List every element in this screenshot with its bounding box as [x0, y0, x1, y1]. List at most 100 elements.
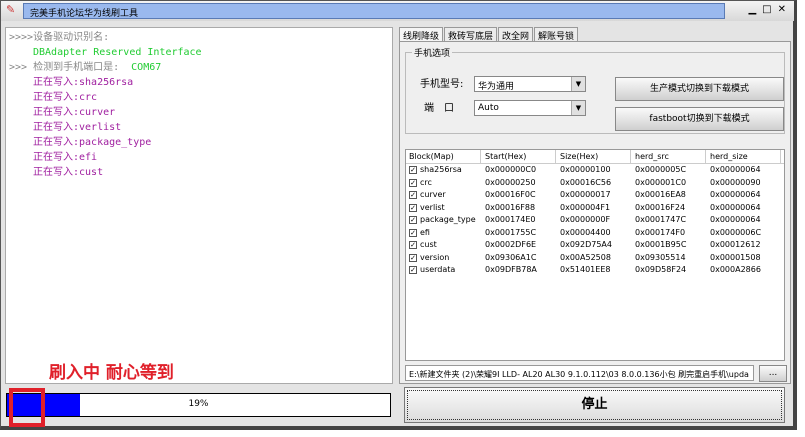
- table-cell: 0x09DFB78A: [485, 265, 537, 274]
- table-cell: 0x0001B95C: [635, 240, 687, 249]
- table-row[interactable]: ✓ sha256rsa 0x000000C0 0x00000100 0x0000005C…: [406, 164, 784, 177]
- minimize-button[interactable]: ▁: [748, 4, 756, 15]
- block-name: cust: [420, 240, 437, 249]
- model-select[interactable]: 华为通用 ▼: [474, 76, 586, 92]
- table-cell: ✓ version: [406, 252, 481, 265]
- table-cell: 0x000004F1: [560, 202, 611, 212]
- table-cell: 0x00016F88: [485, 202, 536, 212]
- table-cell: 0x00000064: [710, 165, 761, 174]
- table-row[interactable]: ✓ version 0x09306A1C 0x00A52508 0x09305514 0x…: [406, 252, 784, 265]
- checkbox[interactable]: ✓: [409, 178, 417, 187]
- checkbox[interactable]: ✓: [409, 253, 417, 262]
- partition-table: Block(Map) Start(Hex) Size(Hex) herd_src her…: [405, 149, 785, 361]
- log-line: >>>>设备驱动识别名:: [9, 32, 110, 43]
- table-cell: ✓ verlist: [406, 202, 481, 215]
- table-cell: 0x0000000F: [560, 215, 611, 224]
- table-cell: 0x000174E0: [485, 215, 536, 224]
- table-cell: ✓ package_type: [406, 214, 481, 227]
- table-cell: 0x00016EA8: [635, 190, 686, 199]
- table-cell: 0x000000C0: [485, 165, 537, 174]
- checkbox[interactable]: ✓: [409, 216, 417, 225]
- tab-account-unlock[interactable]: 解账号锁: [534, 27, 579, 42]
- column-header[interactable]: Size(Hex): [556, 150, 631, 163]
- tab-line-flash-downgrade[interactable]: 线刷降级: [399, 27, 444, 42]
- table-cell: 0x00016F0C: [485, 190, 536, 199]
- phone-options-group: 手机选项 手机型号: 华为通用 ▼ 端 口 Auto ▼ 生产模式切换到下载模式 f…: [405, 46, 785, 134]
- log-line: 正在写入:efi: [33, 152, 98, 163]
- file-path-field[interactable]: E:\新建文件夹 (2)\荣耀9I LLD- AL20 AL30 9.1.0.1…: [405, 365, 754, 381]
- tab-full-network[interactable]: 改全网: [498, 27, 534, 42]
- table-cell: 0x00000250: [485, 177, 536, 187]
- title-bar: ✎ 完美手机论坛华为线刷工具 ▁ □ ✕: [1, 1, 794, 21]
- checkbox[interactable]: ✓: [409, 241, 417, 250]
- browse-button[interactable]: ...: [759, 365, 787, 382]
- log-prefix: >>> 检测到手机端口是:: [9, 62, 132, 73]
- block-name: crc: [420, 177, 432, 187]
- column-header[interactable]: Block(Map): [406, 150, 481, 163]
- table-cell: 0x00000064: [710, 202, 761, 212]
- app-icon: ✎: [6, 3, 16, 16]
- table-cell: ✓ userdata: [406, 264, 481, 277]
- table-cell: 0x09305514: [635, 252, 686, 262]
- model-value: 华为通用: [478, 82, 515, 92]
- table-cell: 0x00004400: [560, 227, 611, 237]
- table-row[interactable]: ✓ package_type 0x000174E0 0x0000000F 0x00017…: [406, 214, 784, 227]
- table-row[interactable]: ✓ userdata 0x09DFB78A 0x51401EE8 0x09D58F24 0…: [406, 264, 784, 277]
- table-cell: 0x00000064: [710, 215, 761, 224]
- highlight-annotation: [9, 388, 45, 427]
- table-row[interactable]: ✓ curver 0x00016F0C 0x00000017 0x00016EA8 0x0…: [406, 189, 784, 202]
- table-cell: 0x0002DF6E: [485, 240, 537, 249]
- checkbox[interactable]: ✓: [409, 191, 417, 200]
- block-name: curver: [420, 190, 446, 199]
- table-cell: 0x51401EE8: [560, 265, 611, 274]
- table-cell: 0x0001747C: [635, 215, 687, 224]
- log-line: 正在写入:verlist: [33, 122, 122, 133]
- checkbox[interactable]: ✓: [409, 228, 417, 237]
- table-header: Block(Map) Start(Hex) Size(Hex) herd_src her…: [406, 150, 784, 164]
- column-header[interactable]: herd_src: [631, 150, 706, 163]
- port-value: Auto: [478, 103, 499, 113]
- column-header[interactable]: Start(Hex): [481, 150, 556, 163]
- checkbox[interactable]: ✓: [409, 203, 417, 212]
- chevron-down-icon[interactable]: ▼: [571, 77, 585, 91]
- port-value: COM67: [131, 62, 162, 73]
- close-button[interactable]: ✕: [778, 4, 786, 15]
- table-row[interactable]: ✓ verlist 0x00016F88 0x000004F1 0x00016F24 0x…: [406, 202, 784, 215]
- table-cell: 0x00000017: [560, 190, 611, 199]
- table-row[interactable]: ✓ crc 0x00000250 0x00016C56 0x000001C0 0x0000…: [406, 177, 784, 190]
- log-line: 正在写入:crc: [33, 92, 98, 103]
- table-row[interactable]: ✓ efi 0x0001755C 0x00004400 0x000174F0 0x0000…: [406, 227, 784, 240]
- table-cell: ✓ cust: [406, 239, 481, 252]
- table-cell: 0x00001508: [710, 252, 761, 262]
- log-line: 正在写入:cust: [33, 167, 104, 178]
- table-cell: 0x000174F0: [635, 227, 686, 237]
- maximize-button[interactable]: □: [762, 4, 771, 15]
- table-cell: 0x00016F24: [635, 202, 686, 212]
- port-label: 端 口: [424, 103, 454, 114]
- log-line: DBAdapter Reserved Interface: [33, 47, 202, 58]
- log-line: >>> 检测到手机端口是: COM67: [9, 60, 389, 75]
- model-label: 手机型号:: [420, 79, 464, 90]
- table-cell: 0x00016C56: [560, 177, 612, 187]
- table-cell: 0x092D75A4: [560, 240, 612, 249]
- column-header[interactable]: herd_size: [706, 150, 781, 163]
- block-name: efi: [420, 227, 430, 237]
- fastboot-to-download-button[interactable]: fastboot切换到下载模式: [615, 107, 784, 131]
- stop-button[interactable]: 停止: [404, 387, 785, 423]
- table-cell: 0x0001755C: [485, 227, 537, 237]
- table-cell: 0x000001C0: [635, 177, 687, 187]
- log-line: 正在写入:sha256rsa: [33, 77, 134, 88]
- table-cell: 0x09306A1C: [485, 252, 537, 262]
- port-select[interactable]: Auto ▼: [474, 100, 586, 116]
- table-cell: 0x00000090: [710, 177, 761, 187]
- production-to-download-button[interactable]: 生产模式切换到下载模式: [615, 77, 784, 101]
- table-cell: ✓ sha256rsa: [406, 164, 481, 177]
- checkbox[interactable]: ✓: [409, 166, 417, 175]
- block-name: verlist: [420, 202, 445, 212]
- table-cell: ✓ efi: [406, 227, 481, 240]
- block-name: version: [420, 252, 450, 262]
- table-row[interactable]: ✓ cust 0x0002DF6E 0x092D75A4 0x0001B95C 0x000…: [406, 239, 784, 252]
- tab-unbrick[interactable]: 救砖写底层: [444, 27, 498, 42]
- chevron-down-icon[interactable]: ▼: [571, 101, 585, 115]
- checkbox[interactable]: ✓: [409, 266, 417, 275]
